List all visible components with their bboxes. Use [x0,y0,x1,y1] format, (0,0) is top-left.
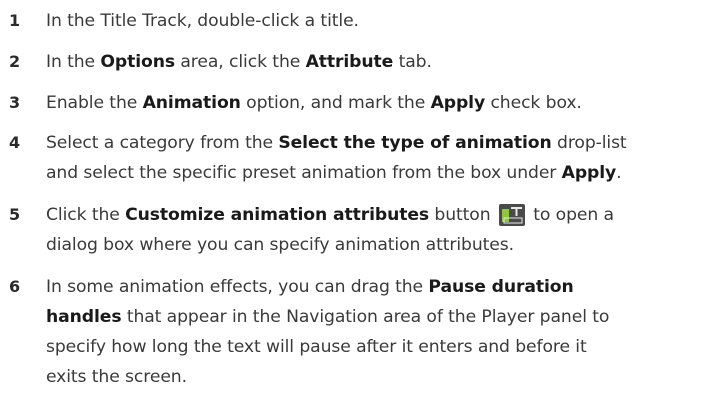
text-run: In some animation effects, you can drag … [46,277,429,297]
bold-term: Customize animation attributes [125,205,430,225]
bold-term: Apply [561,163,617,183]
text-run: tab. [393,52,432,72]
text-run: and select the specific preset animation… [46,163,562,183]
text-run: specify how long the text will pause aft… [46,337,587,357]
text-run: button [429,205,496,225]
text-run: Enable the [46,93,143,113]
bold-term: Animation [142,93,241,113]
bold-term: Select the type of animation [278,133,552,153]
step-text: Click the Customize animation attributes… [46,200,714,260]
customize-animation-icon [498,204,525,226]
bold-term: Apply [430,93,486,113]
text-run: that appear in the Navigation area of th… [121,307,610,327]
text-run: area, click the [175,52,306,72]
text-run: In the Title Track, double-click a title… [46,11,359,31]
step-number: 1 [9,11,21,30]
step-number: 4 [9,133,21,152]
step-text: In some animation effects, you can drag … [46,272,714,392]
step-number: 3 [9,93,21,112]
bold-term: Options [100,52,176,72]
text-run: check box. [485,93,582,113]
text-run: In the [46,52,101,72]
bold-term: Pause duration [428,277,574,297]
text-run: dialog box where you can specify animati… [46,235,514,255]
text-run: option, and mark the [240,93,431,113]
step-text: Enable the Animation option, and mark th… [46,88,714,118]
step-number: 2 [9,52,21,71]
step-number: 5 [9,205,21,224]
step-number: 6 [9,277,21,296]
text-run: Select a category from the [46,133,279,153]
step-text: In the Options area, click the Attribute… [46,47,714,77]
bold-term: Attribute [305,52,394,72]
step-text: In the Title Track, double-click a title… [46,6,714,36]
text-run: exits the screen. [46,367,187,387]
text-run: Click the [46,205,126,225]
bold-term: handles [46,307,122,327]
text-run: to open a [527,205,614,225]
text-run: . [616,163,622,183]
text-run: drop-list [551,133,627,153]
step-text: Select a category from the Select the ty… [46,128,714,188]
